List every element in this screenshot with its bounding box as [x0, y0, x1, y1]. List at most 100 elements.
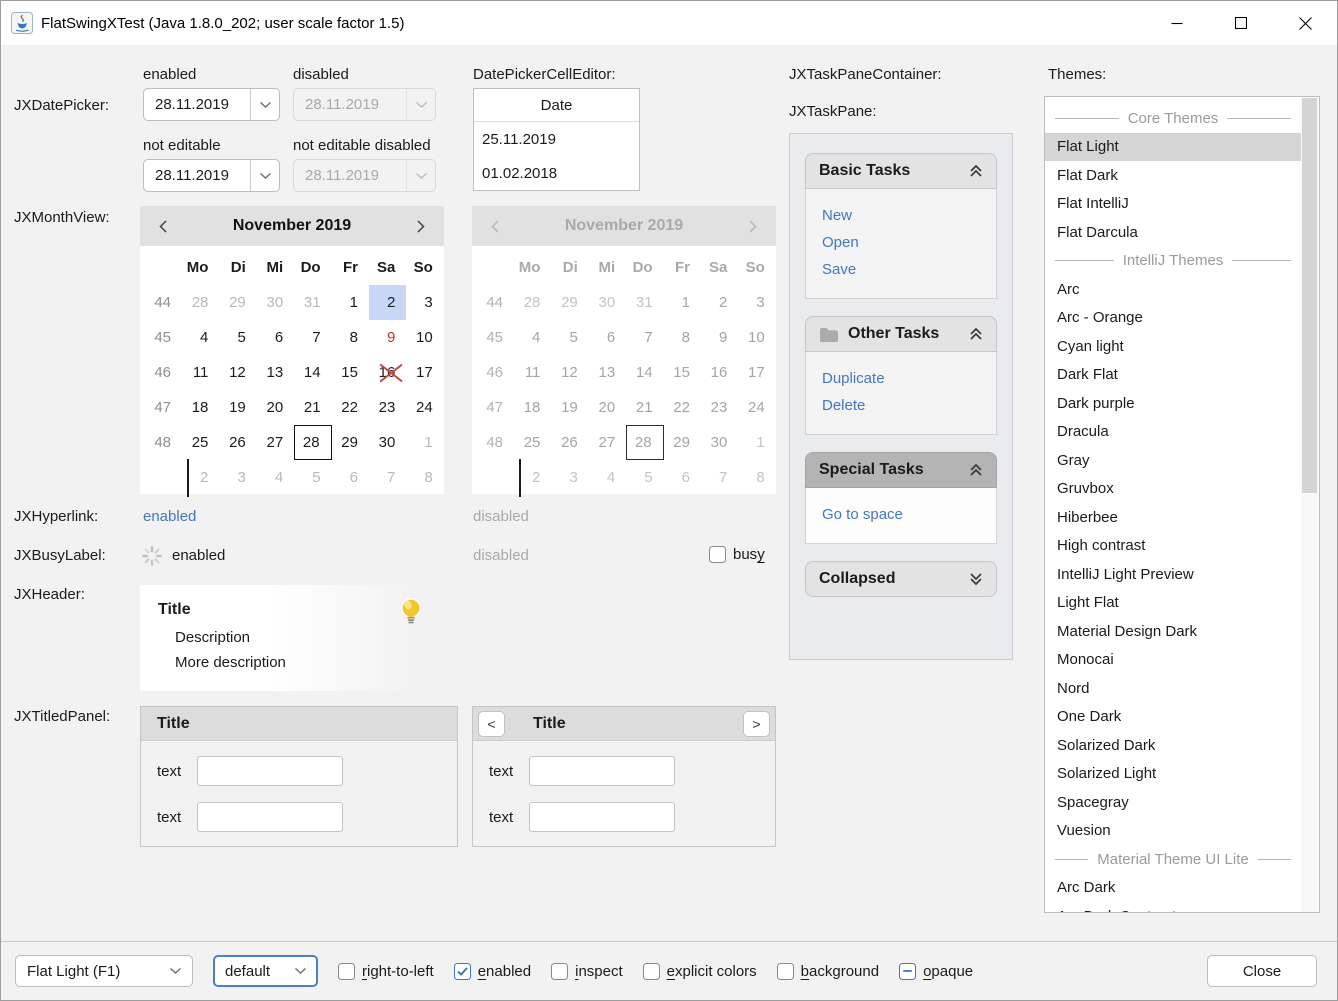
text-input[interactable] — [529, 802, 675, 832]
calendar-day-cell[interactable]: 28 — [514, 285, 551, 320]
calendar-day-cell[interactable]: 18 — [182, 390, 219, 425]
theme-item-vuesion[interactable]: Vuesion — [1045, 817, 1301, 846]
calendar-day-cell[interactable]: 4 — [257, 460, 294, 495]
checkbox-box[interactable] — [709, 546, 726, 563]
calendar-day-cell[interactable]: 20 — [589, 390, 626, 425]
calendar-day-cell[interactable]: 9 — [701, 320, 738, 355]
calendar-day-cell[interactable]: 11 — [182, 355, 219, 390]
theme-item-flat-light[interactable]: Flat Light — [1045, 133, 1301, 162]
theme-item-intellij-light-preview[interactable]: IntelliJ Light Preview — [1045, 560, 1301, 589]
previous-month-button[interactable] — [140, 206, 186, 246]
calendar-day-cell[interactable]: 29 — [551, 285, 588, 320]
checkbox-enabled[interactable]: enabled — [454, 963, 531, 980]
calendar-day-cell[interactable]: 9 — [369, 320, 406, 355]
calendar-day-cell[interactable]: 26 — [551, 425, 588, 460]
collapse-chevron-icon[interactable] — [969, 463, 983, 477]
calendar-day-cell[interactable]: 1 — [664, 285, 701, 320]
calendar-day-cell[interactable]: 19 — [219, 390, 256, 425]
theme-item-nord[interactable]: Nord — [1045, 674, 1301, 703]
calendar-day-cell[interactable]: 19 — [551, 390, 588, 425]
calendar-day-cell[interactable]: 2 — [369, 285, 406, 320]
calendar-day-cell[interactable]: 12 — [551, 355, 588, 390]
calendar-day-cell[interactable]: 30 — [369, 425, 406, 460]
calendar-day-cell[interactable]: 21 — [626, 390, 663, 425]
calendar-day-cell[interactable]: 30 — [589, 285, 626, 320]
theme-item-dark-flat[interactable]: Dark Flat — [1045, 361, 1301, 390]
theme-item-arc-dark[interactable]: Arc Dark — [1045, 874, 1301, 903]
calendar-day-cell[interactable]: 22 — [332, 390, 369, 425]
calendar-day-cell[interactable]: 15 — [664, 355, 701, 390]
task-link-save[interactable]: Save — [822, 256, 980, 283]
calendar-day-cell[interactable]: 17 — [406, 355, 443, 390]
task-link-go-to-space[interactable]: Go to space — [822, 501, 980, 528]
task-link-duplicate[interactable]: Duplicate — [822, 365, 980, 392]
calendar-day-cell[interactable]: 6 — [332, 460, 369, 495]
chevron-down-icon[interactable] — [250, 160, 279, 191]
calendar-day-cell[interactable]: 29 — [664, 425, 701, 460]
checkbox-right-to-left[interactable]: right-to-left — [338, 963, 434, 980]
checkbox-box[interactable] — [777, 963, 794, 980]
calendar-day-cell[interactable]: 6 — [589, 320, 626, 355]
expand-chevron-icon[interactable] — [969, 572, 983, 586]
panel-left-button[interactable]: < — [478, 711, 505, 737]
checkbox-busy[interactable]: busy — [709, 546, 765, 563]
calendar-day-cell[interactable]: 21 — [294, 390, 331, 425]
panel-right-button[interactable]: > — [743, 711, 770, 737]
theme-item-arc-dark-contrast[interactable]: Arc Dark Contrast — [1045, 902, 1301, 913]
calendar-day-cell[interactable]: 1 — [738, 425, 775, 460]
chevron-down-icon[interactable] — [250, 89, 279, 120]
theme-item-material-design-dark[interactable]: Material Design Dark — [1045, 617, 1301, 646]
taskpane-header[interactable]: Basic Tasks — [805, 153, 997, 189]
calendar-day-cell[interactable]: 7 — [701, 460, 738, 495]
calendar-day-cell[interactable]: 22 — [664, 390, 701, 425]
task-link-delete[interactable]: Delete — [822, 392, 980, 419]
calendar-day-cell[interactable]: 3 — [219, 460, 256, 495]
calendar-day-cell[interactable]: 6 — [257, 320, 294, 355]
calendar-day-cell[interactable]: 1 — [406, 425, 443, 460]
calendar-day-cell[interactable]: 29 — [332, 425, 369, 460]
calendar-day-cell[interactable]: 28 — [626, 425, 663, 460]
checkbox-box[interactable] — [338, 963, 355, 980]
theme-item-high-contrast[interactable]: High contrast — [1045, 532, 1301, 561]
close-button[interactable]: Close — [1207, 955, 1317, 987]
theme-item-flat-intellij[interactable]: Flat IntelliJ — [1045, 190, 1301, 219]
calendar-day-cell[interactable]: 15 — [332, 355, 369, 390]
calendar-day-cell[interactable]: 27 — [257, 425, 294, 460]
theme-item-flat-dark[interactable]: Flat Dark — [1045, 161, 1301, 190]
calendar-day-cell[interactable]: 31 — [294, 285, 331, 320]
theme-item-arc-orange[interactable]: Arc - Orange — [1045, 304, 1301, 333]
calendar-day-cell[interactable]: 7 — [369, 460, 406, 495]
table-row[interactable]: 25.11.2019 — [474, 122, 639, 156]
text-input[interactable] — [197, 802, 343, 832]
calendar-day-cell[interactable]: 7 — [294, 320, 331, 355]
hyperlink-enabled[interactable]: enabled — [143, 508, 196, 525]
theme-item-monocai[interactable]: Monocai — [1045, 646, 1301, 675]
calendar-day-cell[interactable]: 10 — [738, 320, 775, 355]
calendar-day-cell[interactable]: 3 — [406, 285, 443, 320]
checkbox-inspect[interactable]: inspect — [551, 963, 623, 980]
calendar-day-cell[interactable]: 5 — [626, 460, 663, 495]
close-window-button[interactable] — [1273, 1, 1337, 45]
calendar-day-cell[interactable]: 17 — [738, 355, 775, 390]
datepicker-not-editable[interactable]: 28.11.2019 — [143, 159, 280, 192]
theme-item-cyan-light[interactable]: Cyan light — [1045, 332, 1301, 361]
checkbox-box[interactable] — [454, 963, 471, 980]
calendar-day-cell[interactable]: 26 — [219, 425, 256, 460]
calendar-day-cell[interactable]: 4 — [182, 320, 219, 355]
theme-item-gruvbox[interactable]: Gruvbox — [1045, 475, 1301, 504]
task-link-new[interactable]: New — [822, 202, 980, 229]
calendar-day-cell[interactable]: 28 — [182, 285, 219, 320]
calendar-day-cell[interactable]: 8 — [738, 460, 775, 495]
calendar-day-cell[interactable]: 14 — [294, 355, 331, 390]
scrollbar-thumb[interactable] — [1302, 98, 1317, 493]
option-combobox[interactable]: default — [213, 955, 318, 987]
calendar-day-cell[interactable]: 4 — [514, 320, 551, 355]
checkbox-box[interactable] — [899, 963, 916, 980]
table-column-header[interactable]: Date — [474, 89, 639, 122]
taskpane-header[interactable]: Special Tasks — [805, 452, 997, 488]
calendar-day-cell[interactable]: 14 — [626, 355, 663, 390]
calendar-day-cell[interactable]: 7 — [626, 320, 663, 355]
theme-item-solarized-dark[interactable]: Solarized Dark — [1045, 731, 1301, 760]
calendar-day-cell[interactable]: 4 — [589, 460, 626, 495]
theme-item-one-dark[interactable]: One Dark — [1045, 703, 1301, 732]
